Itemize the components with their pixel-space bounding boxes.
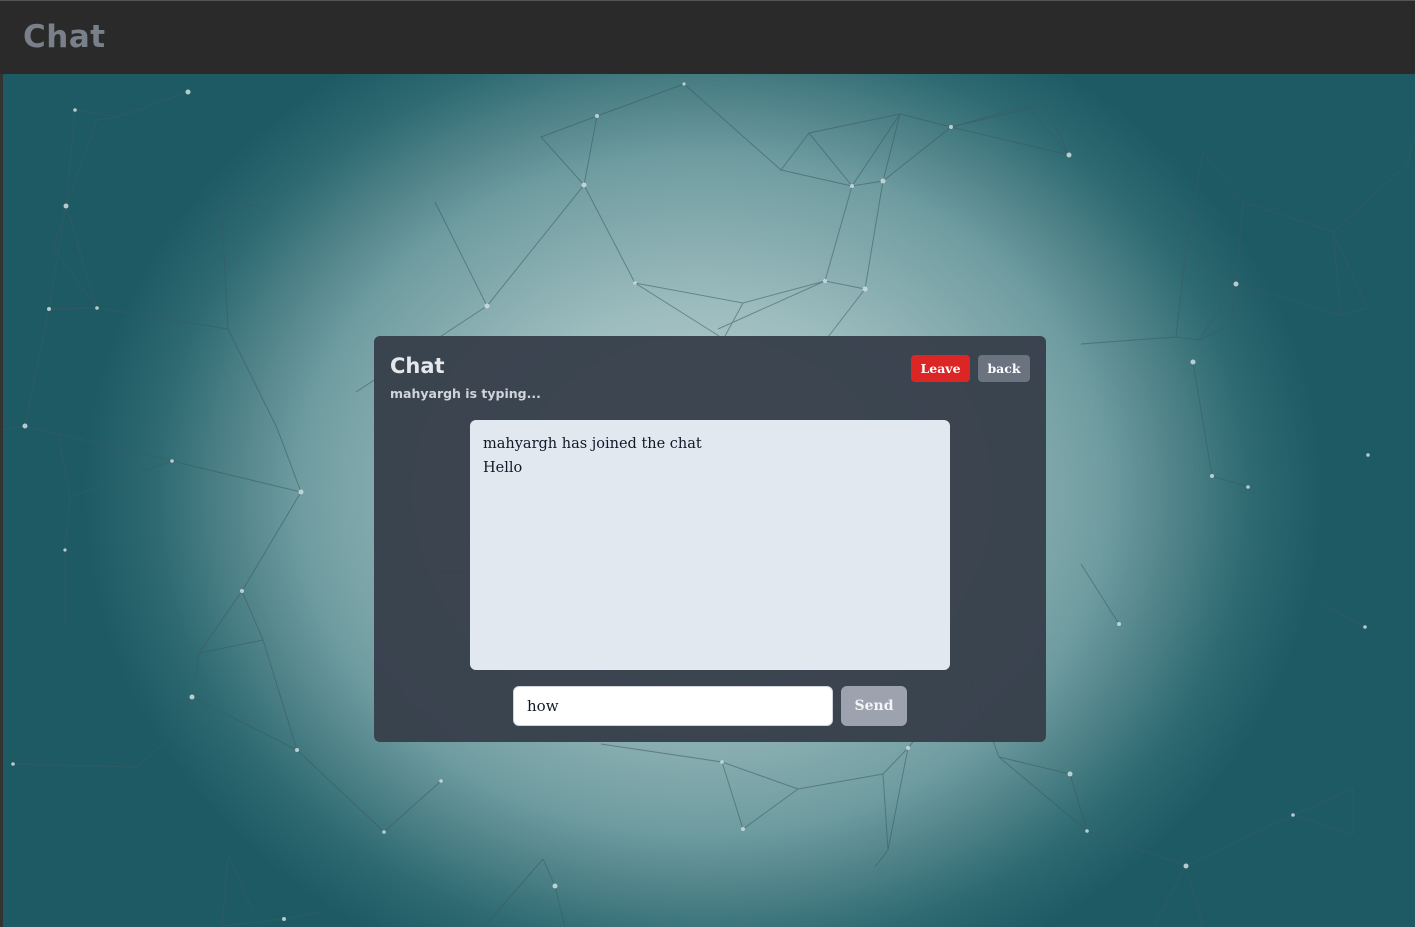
chat-panel: Chat mahyargh is typing... Leave back ma… (374, 336, 1046, 742)
leave-button[interactable]: Leave (911, 355, 970, 382)
message-list[interactable]: mahyargh has joined the chat Hello (470, 420, 950, 670)
back-button[interactable]: back (978, 355, 1030, 382)
typing-indicator: mahyargh is typing... (390, 386, 541, 401)
chat-title: Chat (390, 354, 445, 378)
message-item: mahyargh has joined the chat (483, 436, 702, 452)
app-title: Chat (23, 19, 106, 55)
top-navbar: Chat (0, 0, 1415, 74)
message-item: Hello (483, 460, 523, 476)
message-input[interactable] (513, 686, 833, 726)
send-button[interactable]: Send (841, 686, 907, 726)
